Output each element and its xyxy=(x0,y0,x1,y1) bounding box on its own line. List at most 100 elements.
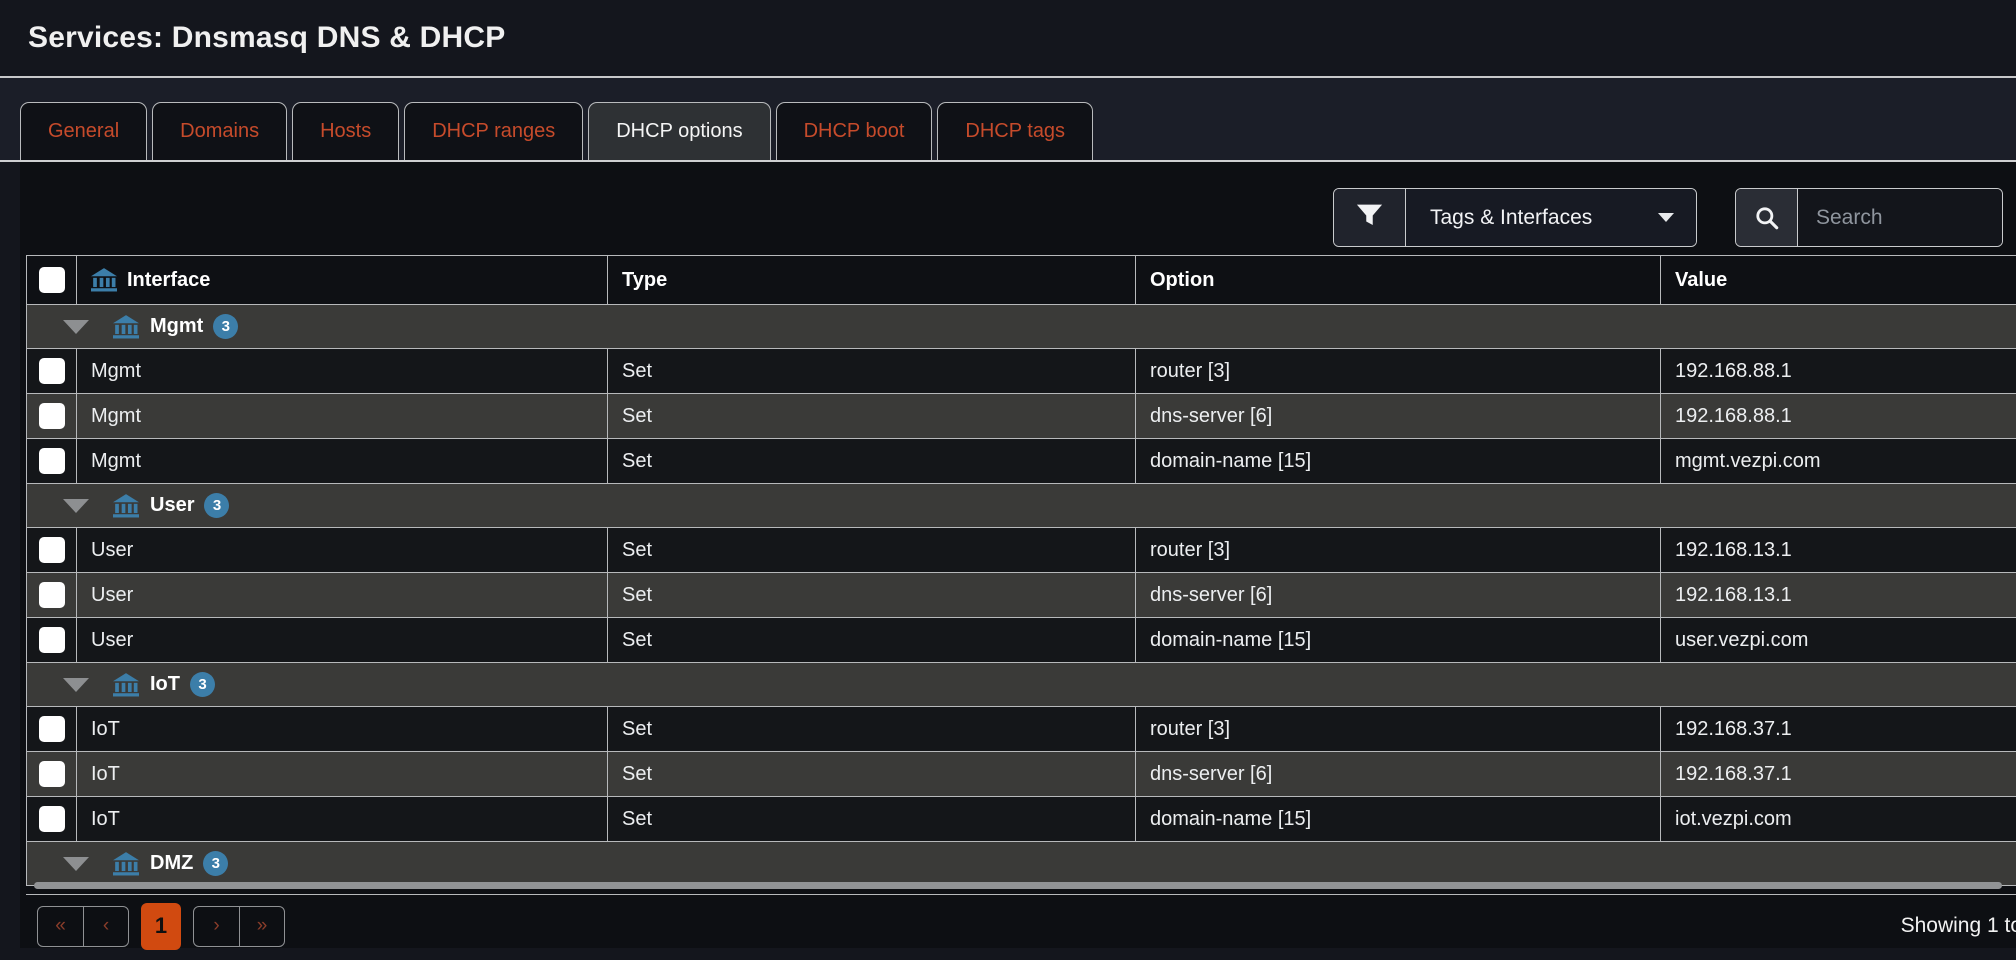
collapse-caret-icon[interactable] xyxy=(63,499,89,513)
filter-button[interactable] xyxy=(1334,189,1406,246)
group-count-badge: 3 xyxy=(190,672,215,697)
table-container: Interface Type Option Value Mgmt3MgmtSet… xyxy=(26,255,2016,895)
select-all-checkbox[interactable] xyxy=(39,267,65,293)
row-checkbox[interactable] xyxy=(39,716,65,742)
cell-value: 192.168.37.1 xyxy=(1661,707,2016,752)
group-label: IoT xyxy=(150,673,180,696)
cell-type: Set xyxy=(608,707,1136,752)
cell-interface: Mgmt xyxy=(77,394,608,439)
table-row[interactable]: MgmtSetrouter [3]192.168.88.1 xyxy=(27,349,2016,394)
cell-option: domain-name [15] xyxy=(1136,618,1661,663)
next-page-button[interactable]: › xyxy=(194,907,239,946)
interface-icon xyxy=(113,673,139,697)
cell-type: Set xyxy=(608,797,1136,842)
cell-interface: IoT xyxy=(77,707,608,752)
cell-type: Set xyxy=(608,618,1136,663)
cell-value: iot.vezpi.com xyxy=(1661,797,2016,842)
cell-option: domain-name [15] xyxy=(1136,439,1661,484)
showing-status: Showing 1 to xyxy=(1901,914,2016,938)
cell-value: mgmt.vezpi.com xyxy=(1661,439,2016,484)
cell-interface: IoT xyxy=(77,797,608,842)
interface-icon xyxy=(113,315,139,339)
tab-dhcp-ranges[interactable]: DHCP ranges xyxy=(404,102,583,160)
cell-option: router [3] xyxy=(1136,707,1661,752)
group-row-mgmt[interactable]: Mgmt 3 xyxy=(27,305,2016,349)
group-count-badge: 3 xyxy=(203,851,228,876)
tab-hosts[interactable]: Hosts xyxy=(292,102,399,160)
row-checkbox[interactable] xyxy=(39,582,65,608)
filter-icon xyxy=(1356,204,1383,231)
cell-type: Set xyxy=(608,528,1136,573)
table-row[interactable]: IoTSetrouter [3]192.168.37.1 xyxy=(27,707,2016,752)
table-row[interactable]: MgmtSetdns-server [6]192.168.88.1 xyxy=(27,394,2016,439)
tab-domains[interactable]: Domains xyxy=(152,102,287,160)
group-label: Mgmt xyxy=(150,315,203,338)
table-header-row: Interface Type Option Value xyxy=(27,256,2016,305)
last-page-button[interactable]: » xyxy=(239,907,284,946)
collapse-caret-icon[interactable] xyxy=(63,857,89,871)
group-label: DMZ xyxy=(150,852,193,875)
column-header-interface[interactable]: Interface xyxy=(77,256,608,305)
column-header-value[interactable]: Value xyxy=(1661,256,2016,305)
cell-type: Set xyxy=(608,573,1136,618)
tab-bar: GeneralDomainsHostsDHCP rangesDHCP optio… xyxy=(0,78,2016,162)
group-row-user[interactable]: User 3 xyxy=(27,484,2016,528)
collapse-caret-icon[interactable] xyxy=(63,320,89,334)
row-checkbox[interactable] xyxy=(39,448,65,474)
row-checkbox[interactable] xyxy=(39,627,65,653)
row-checkbox[interactable] xyxy=(39,358,65,384)
cell-option: router [3] xyxy=(1136,349,1661,394)
group-label: User xyxy=(150,494,194,517)
cell-interface: User xyxy=(77,573,608,618)
interface-icon xyxy=(113,494,139,518)
table-row[interactable]: IoTSetdns-server [6]192.168.37.1 xyxy=(27,752,2016,797)
cell-interface: Mgmt xyxy=(77,439,608,484)
search-input[interactable] xyxy=(1798,189,2002,246)
cell-interface: IoT xyxy=(77,752,608,797)
interface-icon xyxy=(113,852,139,876)
search-group xyxy=(1735,188,2003,247)
tab-dhcp-tags[interactable]: DHCP tags xyxy=(937,102,1093,160)
cell-value: 192.168.88.1 xyxy=(1661,394,2016,439)
table-row[interactable]: UserSetrouter [3]192.168.13.1 xyxy=(27,528,2016,573)
row-checkbox[interactable] xyxy=(39,537,65,563)
cell-option: dns-server [6] xyxy=(1136,394,1661,439)
cell-type: Set xyxy=(608,394,1136,439)
cell-interface: User xyxy=(77,528,608,573)
table-row[interactable]: UserSetdomain-name [15]user.vezpi.com xyxy=(27,618,2016,663)
table-row[interactable]: IoTSetdomain-name [15]iot.vezpi.com xyxy=(27,797,2016,842)
column-header-option[interactable]: Option xyxy=(1136,256,1661,305)
horizontal-scrollbar[interactable] xyxy=(34,882,2002,889)
toolbar: Tags & Interfaces xyxy=(26,162,2016,255)
current-page-button[interactable]: 1 xyxy=(141,903,181,950)
cell-option: dns-server [6] xyxy=(1136,573,1661,618)
filter-dropdown[interactable]: Tags & Interfaces xyxy=(1406,189,1696,246)
group-count-badge: 3 xyxy=(213,314,238,339)
cell-value: 192.168.88.1 xyxy=(1661,349,2016,394)
table-row[interactable]: MgmtSetdomain-name [15]mgmt.vezpi.com xyxy=(27,439,2016,484)
row-checkbox[interactable] xyxy=(39,403,65,429)
search-icon xyxy=(1736,189,1798,246)
group-row-iot[interactable]: IoT 3 xyxy=(27,663,2016,707)
tab-dhcp-options[interactable]: DHCP options xyxy=(588,102,770,160)
column-label-interface: Interface xyxy=(127,269,210,292)
cell-option: domain-name [15] xyxy=(1136,797,1661,842)
tab-general[interactable]: General xyxy=(20,102,147,160)
cell-interface: Mgmt xyxy=(77,349,608,394)
table-row[interactable]: UserSetdns-server [6]192.168.13.1 xyxy=(27,573,2016,618)
first-page-button[interactable]: « xyxy=(38,907,83,946)
row-checkbox[interactable] xyxy=(39,761,65,787)
page-title: Services: Dnsmasq DNS & DHCP xyxy=(28,21,505,55)
cell-option: dns-server [6] xyxy=(1136,752,1661,797)
row-checkbox[interactable] xyxy=(39,806,65,832)
cell-type: Set xyxy=(608,752,1136,797)
cell-type: Set xyxy=(608,439,1136,484)
collapse-caret-icon[interactable] xyxy=(63,678,89,692)
column-header-type[interactable]: Type xyxy=(608,256,1136,305)
cell-type: Set xyxy=(608,349,1136,394)
previous-page-button[interactable]: ‹ xyxy=(83,907,128,946)
group-count-badge: 3 xyxy=(204,493,229,518)
tab-dhcp-boot[interactable]: DHCP boot xyxy=(776,102,933,160)
cell-value: user.vezpi.com xyxy=(1661,618,2016,663)
group-row-dmz[interactable]: DMZ 3 xyxy=(27,842,2016,886)
